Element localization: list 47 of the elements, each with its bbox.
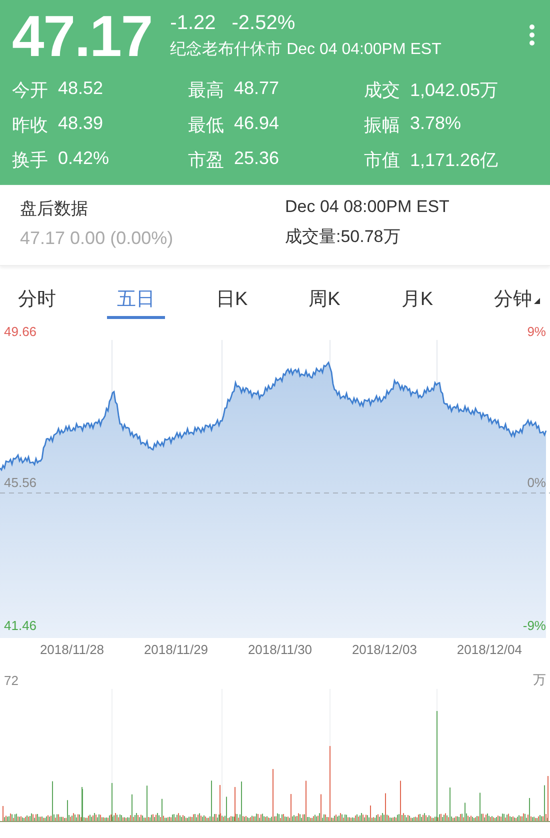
stat-label: 市盈: [188, 149, 224, 172]
axis-label: 45.56: [4, 475, 37, 490]
more-icon[interactable]: [528, 24, 536, 46]
stat-value: 46.94: [234, 113, 280, 135]
stat-label: 最高: [188, 79, 224, 102]
after-hours-volume: 成交量:50.78万: [285, 226, 402, 248]
dropdown-corner-icon: [534, 298, 540, 304]
stat-label: 最低: [188, 114, 224, 137]
date-label: 2018/12/04: [456, 642, 522, 657]
axis-label: 9%: [527, 324, 546, 338]
stat-value: 48.77: [234, 78, 280, 100]
price-change: -1.22: [170, 12, 216, 35]
stat-label: 市值: [364, 149, 400, 172]
stat-label: 今开: [12, 79, 48, 102]
after-hours-title: 盘后数据: [20, 198, 89, 220]
period-tab[interactable]: 五日: [106, 284, 165, 319]
axis-label: 0%: [527, 475, 546, 490]
stat-value: 1,171.26亿: [410, 149, 498, 172]
stat-value: 1,042.05万: [410, 79, 498, 102]
stat-value: 48.52: [58, 78, 104, 100]
unit-label: 万: [533, 671, 546, 689]
axis-label: 72: [4, 672, 18, 688]
after-hours-quote: 47.17 0.00 (0.00%): [20, 228, 174, 249]
stat-label: 昨收: [12, 114, 48, 137]
date-label: 2018/11/30: [248, 642, 312, 657]
period-tab[interactable]: 月K: [391, 284, 443, 319]
stat-value: 3.78%: [410, 113, 462, 135]
period-tab[interactable]: 分钟: [484, 284, 542, 319]
after-hours-time: Dec 04 08:00PM EST: [285, 197, 450, 217]
stat-label: 成交: [364, 79, 400, 102]
date-label: 2018/11/28: [40, 642, 104, 657]
date-label: 2018/12/03: [352, 642, 418, 657]
stat-label: 振幅: [364, 114, 400, 137]
date-label: 2018/11/29: [144, 642, 208, 657]
stat-value: 25.36: [234, 148, 280, 170]
axis-label: 41.46: [4, 618, 37, 633]
last-price: 47.17: [12, 6, 152, 68]
axis-label: 49.66: [4, 324, 37, 338]
period-tab[interactable]: 周K: [298, 284, 350, 319]
axis-label: -9%: [522, 618, 546, 633]
period-tab[interactable]: 分时: [8, 284, 66, 319]
market-status: 纪念老布什休市 Dec 04 04:00PM EST: [170, 40, 442, 60]
price-change-percent: -2.52%: [232, 12, 296, 35]
stat-value: 48.39: [58, 113, 104, 135]
period-tab[interactable]: 日K: [206, 284, 258, 319]
stat-value: 0.42%: [58, 148, 110, 170]
stat-label: 换手: [12, 149, 48, 172]
